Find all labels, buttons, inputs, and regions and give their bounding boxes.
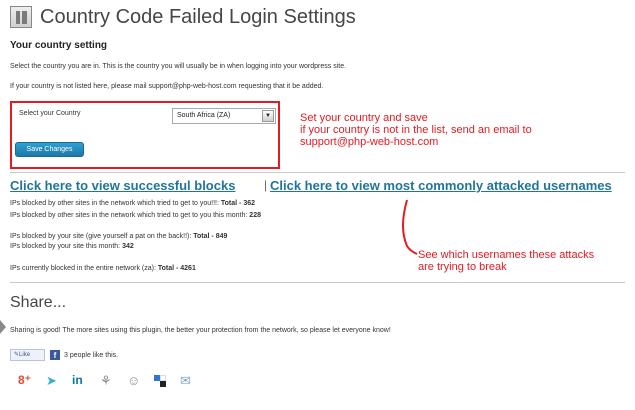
description-line-1: Select the country you are in. This is t… <box>10 63 347 70</box>
stat-network-month-value: 228 <box>249 212 261 219</box>
stat-current: IPs currently blocked in the entire netw… <box>10 265 196 272</box>
annotation-arrow <box>402 199 418 255</box>
divider <box>10 282 625 283</box>
stat-current-label: IPs currently blocked in the entire netw… <box>10 265 158 272</box>
stat-site-total-value: Total - 849 <box>193 233 228 240</box>
facebook-like-label: Like <box>19 352 31 358</box>
annotation-box-line-2: if your country is not in the list, send… <box>300 124 532 136</box>
share-text: Sharing is good! The more sites using th… <box>10 327 391 334</box>
stumbleupon-icon[interactable]: ⚘ <box>100 373 112 389</box>
stat-network-month: IPs blocked by other sites in the networ… <box>10 212 261 219</box>
stat-current-value: Total - 4261 <box>157 265 196 272</box>
twitter-icon[interactable]: ➤ <box>46 373 57 389</box>
annotation-box-line-3: support@php-web-host.com <box>300 136 439 148</box>
linkedin-icon[interactable]: in <box>72 373 83 387</box>
facebook-like-count: 3 people like this. <box>64 352 119 359</box>
reddit-icon[interactable]: ☺ <box>127 373 140 388</box>
annotation-box-line-1: Set your country and save <box>300 112 428 124</box>
facebook-icon: f <box>50 350 60 360</box>
attacked-usernames-link[interactable]: Click here to view most commonly attacke… <box>270 178 612 193</box>
stat-site-month: IPs blocked by your site this month: 342 <box>10 243 134 250</box>
page-title: Country Code Failed Login Settings <box>40 6 356 28</box>
country-select-value: South Africa (ZA) <box>177 112 231 119</box>
annotation-usernames-line-1: See which usernames these attacks <box>418 249 595 261</box>
facebook-like-button[interactable]: ✎Like <box>10 349 45 361</box>
stat-network-total: IPs blocked by other sites in the networ… <box>10 200 255 207</box>
stat-network-total-value: Total - 362 <box>220 200 255 207</box>
settings-logo-icon <box>10 6 32 28</box>
stat-network-month-label: IPs blocked by other sites in the networ… <box>10 212 250 219</box>
country-label: Select your Country <box>19 110 81 117</box>
delicious-icon[interactable] <box>154 375 166 387</box>
section-heading: Your country setting <box>10 40 108 51</box>
divider <box>10 172 625 173</box>
chevron-down-icon[interactable]: ▼ <box>262 110 274 122</box>
collapse-arrow-icon[interactable] <box>0 320 6 334</box>
save-changes-button[interactable]: Save Changes <box>15 142 84 157</box>
stat-site-month-value: 342 <box>122 243 134 250</box>
country-select[interactable]: South Africa (ZA) ▼ <box>172 108 276 124</box>
share-heading: Share... <box>10 294 67 311</box>
description-line-2: If your country is not listed here, plea… <box>10 83 324 90</box>
annotation-usernames-line-2: are trying to break <box>418 261 507 273</box>
stat-network-total-label: IPs blocked by other sites in the networ… <box>10 200 221 207</box>
google-plus-icon[interactable]: 8⁺ <box>18 373 31 387</box>
stat-site-total-label: IPs blocked by your site (give yourself … <box>10 233 194 240</box>
stat-site-total: IPs blocked by your site (give yourself … <box>10 233 227 240</box>
successful-blocks-link[interactable]: Click here to view successful blocks <box>10 178 235 193</box>
link-separator: | <box>264 178 268 192</box>
email-icon[interactable]: ✉ <box>180 373 191 389</box>
stat-site-month-label: IPs blocked by your site this month: <box>10 243 123 250</box>
